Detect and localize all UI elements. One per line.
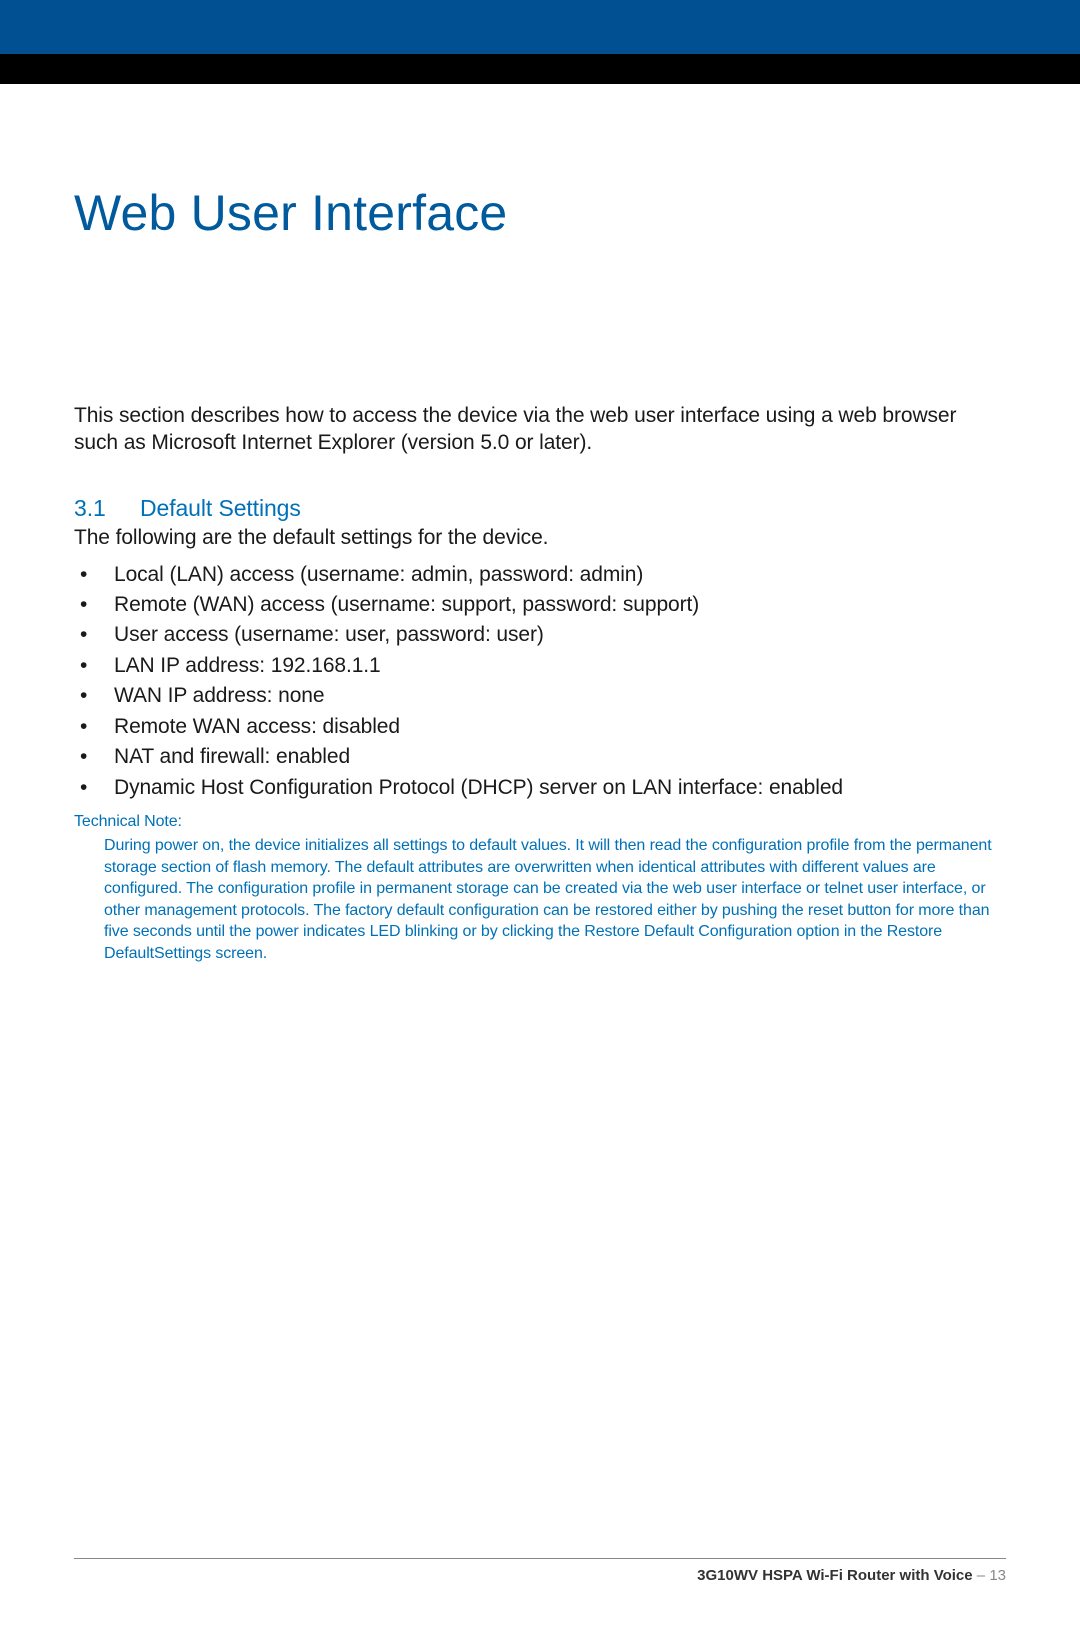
technical-note-body: During power on, the device initializes … xyxy=(74,835,1006,965)
default-settings-list: Local (LAN) access (username: admin, pas… xyxy=(74,560,1006,804)
footer-product-name: 3G10WV HSPA Wi-Fi Router with Voice xyxy=(697,1567,972,1584)
section-heading: 3.1Default Settings xyxy=(74,495,1006,522)
footer-separator: – xyxy=(973,1567,990,1584)
list-item: Local (LAN) access (username: admin, pas… xyxy=(74,560,1006,590)
page-title: Web User Interface xyxy=(74,184,1006,242)
list-item: User access (username: user, password: u… xyxy=(74,620,1006,650)
page-footer: 3G10WV HSPA Wi-Fi Router with Voice – 13 xyxy=(74,1558,1006,1584)
list-item: Remote WAN access: disabled xyxy=(74,712,1006,742)
list-item: Remote (WAN) access (username: support, … xyxy=(74,590,1006,620)
header-blue-bar xyxy=(0,0,1080,54)
list-item: Dynamic Host Configuration Protocol (DHC… xyxy=(74,773,1006,803)
list-item: LAN IP address: 192.168.1.1 xyxy=(74,651,1006,681)
section-number: 3.1 xyxy=(74,495,140,522)
intro-paragraph: This section describes how to access the… xyxy=(74,402,1006,457)
list-item: WAN IP address: none xyxy=(74,681,1006,711)
section-lead: The following are the default settings f… xyxy=(74,526,1006,550)
section-title: Default Settings xyxy=(140,495,301,521)
list-item: NAT and firewall: enabled xyxy=(74,742,1006,772)
technical-note-label: Technical Note: xyxy=(74,813,1006,831)
header-black-bar xyxy=(0,54,1080,84)
footer-page-number: 13 xyxy=(989,1567,1006,1584)
page-body: Web User Interface This section describe… xyxy=(0,184,1080,1632)
